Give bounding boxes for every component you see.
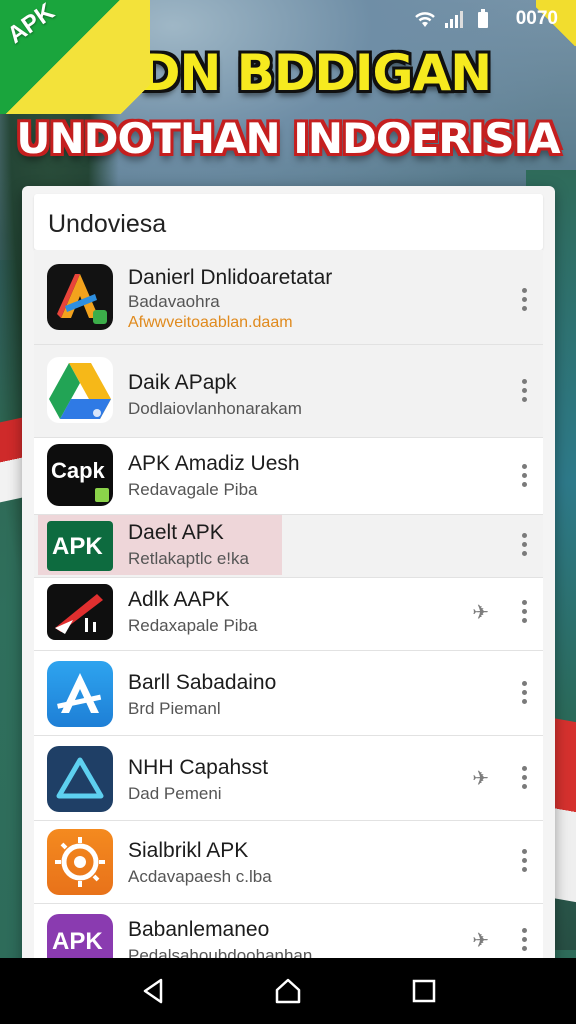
- app-name: Danierl Dnlidoaretatar: [128, 266, 333, 289]
- list-item[interactable]: Barll Sabadaino Brd Piemanl: [34, 651, 543, 736]
- app-name: Barll Sabadaino: [128, 671, 277, 694]
- headline-secondary: UNDOTHAN INDOERISIA: [16, 114, 560, 163]
- pin-icon[interactable]: ✈: [472, 600, 489, 625]
- app-subtitle: Acdavapaesh c.lba: [128, 867, 272, 886]
- app-name: Daik APapk: [128, 371, 237, 394]
- back-icon[interactable]: [139, 976, 169, 1006]
- pin-icon[interactable]: ✈: [472, 766, 489, 791]
- triangle-logo-icon: [47, 264, 113, 330]
- navigation-bar: [0, 958, 576, 1024]
- overflow-menu-icon[interactable]: [519, 766, 529, 792]
- icon-label: APK: [52, 928, 103, 955]
- app-name: Adlk AAPK: [128, 588, 230, 611]
- list-item[interactable]: Daik APapk Dodlaiovlanhonarakam: [34, 345, 543, 438]
- app-link[interactable]: Afwwveitoaablan.daam: [128, 314, 293, 332]
- card-header: Undoviesa: [34, 194, 543, 250]
- apk-green-icon: APK: [47, 521, 113, 571]
- app-subtitle: Badavaohra: [128, 292, 220, 311]
- card-title: Undoviesa: [48, 210, 167, 238]
- overflow-menu-icon[interactable]: [519, 533, 529, 559]
- app-list-card: Undoviesa Danierl Dnlidoaretatar Badavao…: [22, 186, 555, 976]
- app-subtitle: Retlakaptlc e!ka: [128, 549, 249, 568]
- icon-label: APK: [52, 533, 103, 560]
- list-item[interactable]: Danierl Dnlidoaretatar Badavaohra Afwwve…: [34, 250, 543, 345]
- overflow-menu-icon[interactable]: [519, 849, 529, 875]
- capk-logo-icon: Capk: [47, 444, 113, 506]
- list-item[interactable]: Capk APK Amadiz Uesh Redavagale Piba: [34, 438, 543, 515]
- flag-left: [0, 417, 22, 503]
- recents-icon[interactable]: [409, 976, 439, 1006]
- signal-icon: [444, 9, 468, 34]
- overflow-menu-icon[interactable]: [519, 379, 529, 405]
- app-subtitle: Brd Piemanl: [128, 699, 221, 718]
- list-item[interactable]: Adlk AAPK Redaxapale Piba ✈: [34, 578, 543, 651]
- app-name: APK Amadiz Uesh: [128, 452, 300, 475]
- battery-icon: [476, 9, 490, 34]
- orange-gear-logo-icon: [47, 829, 113, 895]
- blue-a-logo-icon: [47, 661, 113, 727]
- list-item[interactable]: Sialbrikl APK Acdavapaesh c.lba: [34, 821, 543, 904]
- overflow-menu-icon[interactable]: [519, 600, 529, 626]
- overflow-menu-icon[interactable]: [519, 288, 529, 314]
- status-bar: 0070: [0, 0, 576, 36]
- list-item[interactable]: NHH Capahsst Dad Pemeni ✈: [34, 736, 543, 821]
- app-name: Sialbrikl APK: [128, 839, 249, 862]
- wifi-icon: [412, 9, 438, 34]
- app-subtitle: Redaxapale Piba: [128, 616, 258, 635]
- status-time: 0070: [515, 8, 558, 29]
- navy-triangle-logo-icon: [47, 746, 113, 812]
- app-name: Daelt APK: [128, 521, 224, 544]
- pin-icon[interactable]: ✈: [472, 928, 489, 953]
- overflow-menu-icon[interactable]: [519, 464, 529, 490]
- flag-right: [552, 717, 576, 903]
- app-name: NHH Capahsst: [128, 756, 269, 779]
- overflow-menu-icon[interactable]: [519, 928, 529, 954]
- red-arrow-logo-icon: [47, 584, 113, 640]
- app-name: Babanlemaneo: [128, 918, 270, 941]
- icon-label: Capk: [51, 458, 105, 483]
- home-icon[interactable]: [273, 976, 303, 1006]
- app-subtitle: Dodlaiovlanhonarakam: [128, 399, 302, 418]
- overflow-menu-icon[interactable]: [519, 681, 529, 707]
- drive-logo-icon: [47, 357, 113, 423]
- app-subtitle: Redavagale Piba: [128, 480, 258, 499]
- app-subtitle: Dad Pemeni: [128, 784, 222, 803]
- list-item[interactable]: APK Daelt APK Retlakaptlc e!ka: [34, 515, 543, 578]
